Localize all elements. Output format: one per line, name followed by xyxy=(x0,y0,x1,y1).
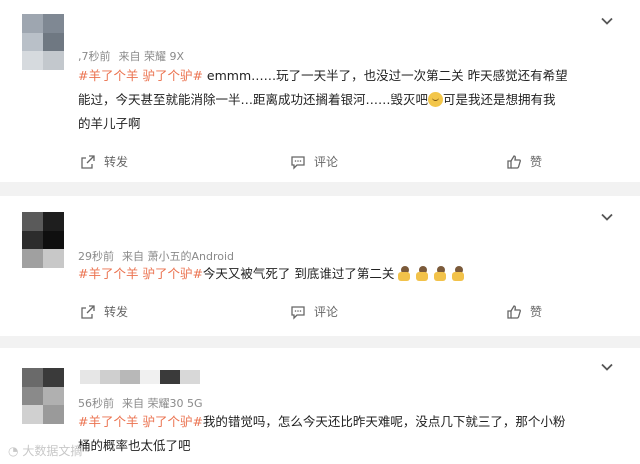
like-label: 赞 xyxy=(530,155,543,169)
repost-icon xyxy=(81,154,95,169)
post-text: 可是我还是想拥有我 xyxy=(443,92,556,107)
thumbs-up-icon xyxy=(507,154,521,169)
post-text: emmm……玩了一天半了，也没过一次第二关 昨天感觉还有希望 xyxy=(202,68,568,83)
post-text: 的羊儿子啊 xyxy=(78,116,141,131)
post-source: 来自 荣耀30 5G xyxy=(122,397,203,410)
post-actions: 转发 评论 赞 xyxy=(0,153,640,173)
post-card: 56秒前 来自 荣耀30 5G #羊了个羊 驴了个驴#我的错觉吗，怎么今天还比昨天… xyxy=(0,348,640,464)
comment-label: 评论 xyxy=(314,305,339,319)
thinking-emoji-icon xyxy=(428,92,444,107)
post-actions: 转发 评论 赞 xyxy=(0,303,640,323)
hashtag-link[interactable]: #羊了个羊 驴了个驴# xyxy=(78,68,203,83)
comment-icon xyxy=(291,155,305,170)
post-body: #羊了个羊 驴了个驴#今天又被气死了 到底谁过了第二关 xyxy=(78,262,618,286)
comment-button[interactable]: 评论 xyxy=(290,153,338,170)
repost-label: 转发 xyxy=(104,305,129,319)
avatar[interactable] xyxy=(22,14,64,70)
comment-label: 评论 xyxy=(314,155,339,169)
chevron-down-icon[interactable] xyxy=(600,210,614,224)
avatar[interactable] xyxy=(22,368,64,424)
avatar[interactable] xyxy=(22,212,64,268)
watermark-text: 大数据文摘 xyxy=(22,444,83,458)
post-time: ,7秒前 xyxy=(78,50,111,63)
hashtag-link[interactable]: #羊了个羊 驴了个驴# xyxy=(78,414,203,429)
post-card: ,7秒前 来自 荣耀 9X #羊了个羊 驴了个驴# emmm……玩了一天半了，也没… xyxy=(0,0,640,182)
comment-icon xyxy=(291,305,305,320)
post-card: 29秒前 来自 萧小五的Android #羊了个羊 驴了个驴#今天又被气死了 到底… xyxy=(0,196,640,336)
post-source: 来自 荣耀 9X xyxy=(118,50,185,63)
like-button[interactable]: 赞 xyxy=(506,303,542,320)
watermark-logo-icon: ◔ xyxy=(8,444,19,458)
repost-icon xyxy=(81,304,95,319)
like-button[interactable]: 赞 xyxy=(506,153,542,170)
post-text: 今天又被气死了 到底谁过了第二关 xyxy=(202,266,395,281)
post-text: 桶的概率也太低了吧 xyxy=(78,438,191,453)
post-time: 56秒前 xyxy=(78,397,114,410)
hashtag-link[interactable]: #羊了个羊 驴了个驴# xyxy=(78,266,203,281)
post-body: #羊了个羊 驴了个驴#我的错觉吗，怎么今天还比昨天难呢，没点几下就三了，那个小粉… xyxy=(78,410,618,458)
post-text: 我的错觉吗，怎么今天还比昨天难呢，没点几下就三了，那个小粉 xyxy=(202,414,566,429)
post-text: 能过，今天甚至就能消除一半…距离成功还搁着银河……毁灭吧 xyxy=(78,92,429,107)
thumbs-up-icon xyxy=(507,304,521,319)
repost-button[interactable]: 转发 xyxy=(80,303,128,320)
username-redacted xyxy=(80,370,200,384)
watermark: ◔ 大数据文摘 xyxy=(8,442,82,459)
thumbs-up-emoji-icon xyxy=(398,266,470,281)
post-body: #羊了个羊 驴了个驴# emmm……玩了一天半了，也没过一次第二关 昨天感觉还有… xyxy=(78,64,618,136)
like-label: 赞 xyxy=(530,305,543,319)
repost-button[interactable]: 转发 xyxy=(80,153,128,170)
post-meta: 56秒前 来自 荣耀30 5G xyxy=(78,395,203,411)
comment-button[interactable]: 评论 xyxy=(290,303,338,320)
chevron-down-icon[interactable] xyxy=(600,14,614,28)
post-meta: ,7秒前 来自 荣耀 9X xyxy=(78,48,184,64)
repost-label: 转发 xyxy=(104,155,129,169)
chevron-down-icon[interactable] xyxy=(600,360,614,374)
